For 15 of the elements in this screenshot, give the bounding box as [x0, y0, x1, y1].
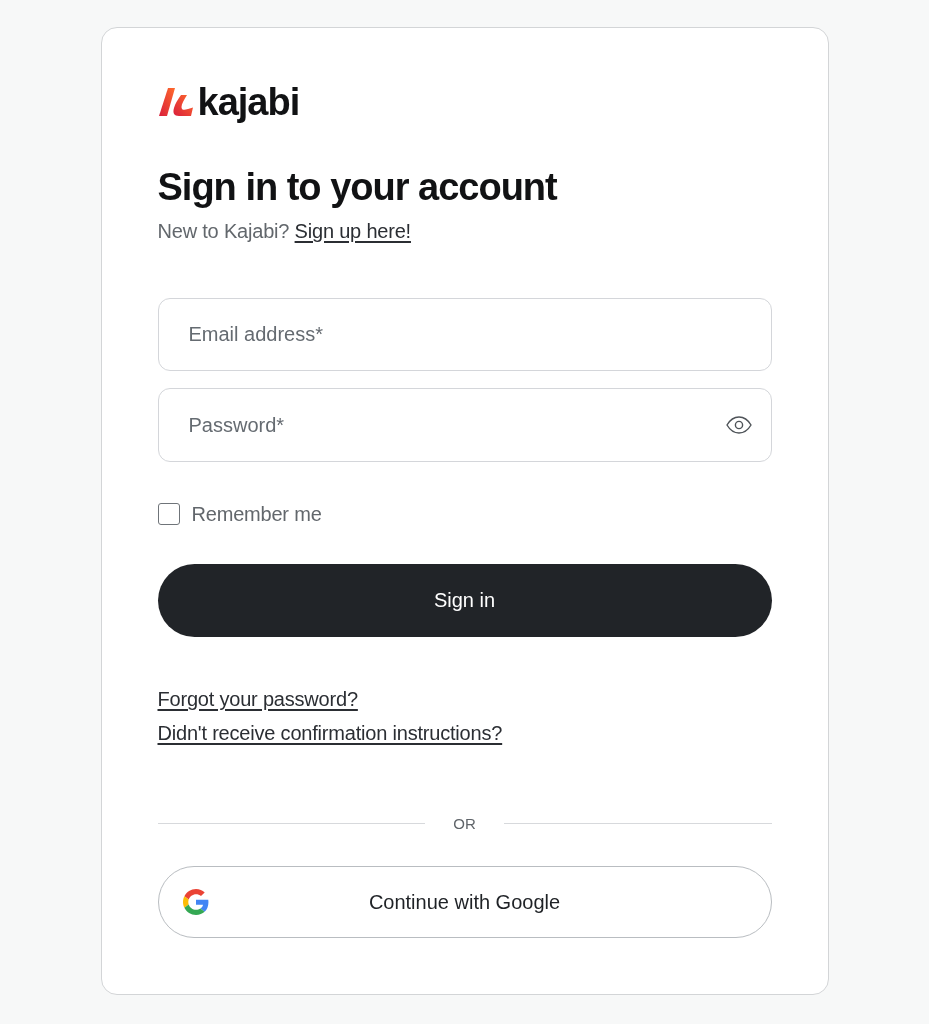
- signup-prompt: New to Kajabi? Sign up here!: [157, 219, 412, 244]
- password-field[interactable]: Password*: [157, 388, 772, 462]
- help-link[interactable]: Didn't receive confirmation instructions?: [157, 719, 503, 747]
- signup-link[interactable]: Sign up here!: [294, 220, 411, 242]
- page-heading: Sign in to your account: [157, 165, 559, 210]
- g-logo-icon: [182, 889, 209, 915]
- remember-label[interactable]: Remember me: [191, 502, 322, 526]
- sign-in-button[interactable]: Sign in: [157, 564, 772, 637]
- k-logo-icon: [157, 87, 194, 117]
- help-link[interactable]: Forgot your password?: [157, 685, 358, 713]
- remember-checkbox[interactable]: [157, 503, 180, 525]
- email-field[interactable]: Email address*: [157, 298, 772, 371]
- eye-icon[interactable]: [725, 416, 752, 434]
- or-divider-label: OR: [453, 814, 476, 832]
- google-sign-in-button[interactable]: Continue with Google: [157, 866, 772, 938]
